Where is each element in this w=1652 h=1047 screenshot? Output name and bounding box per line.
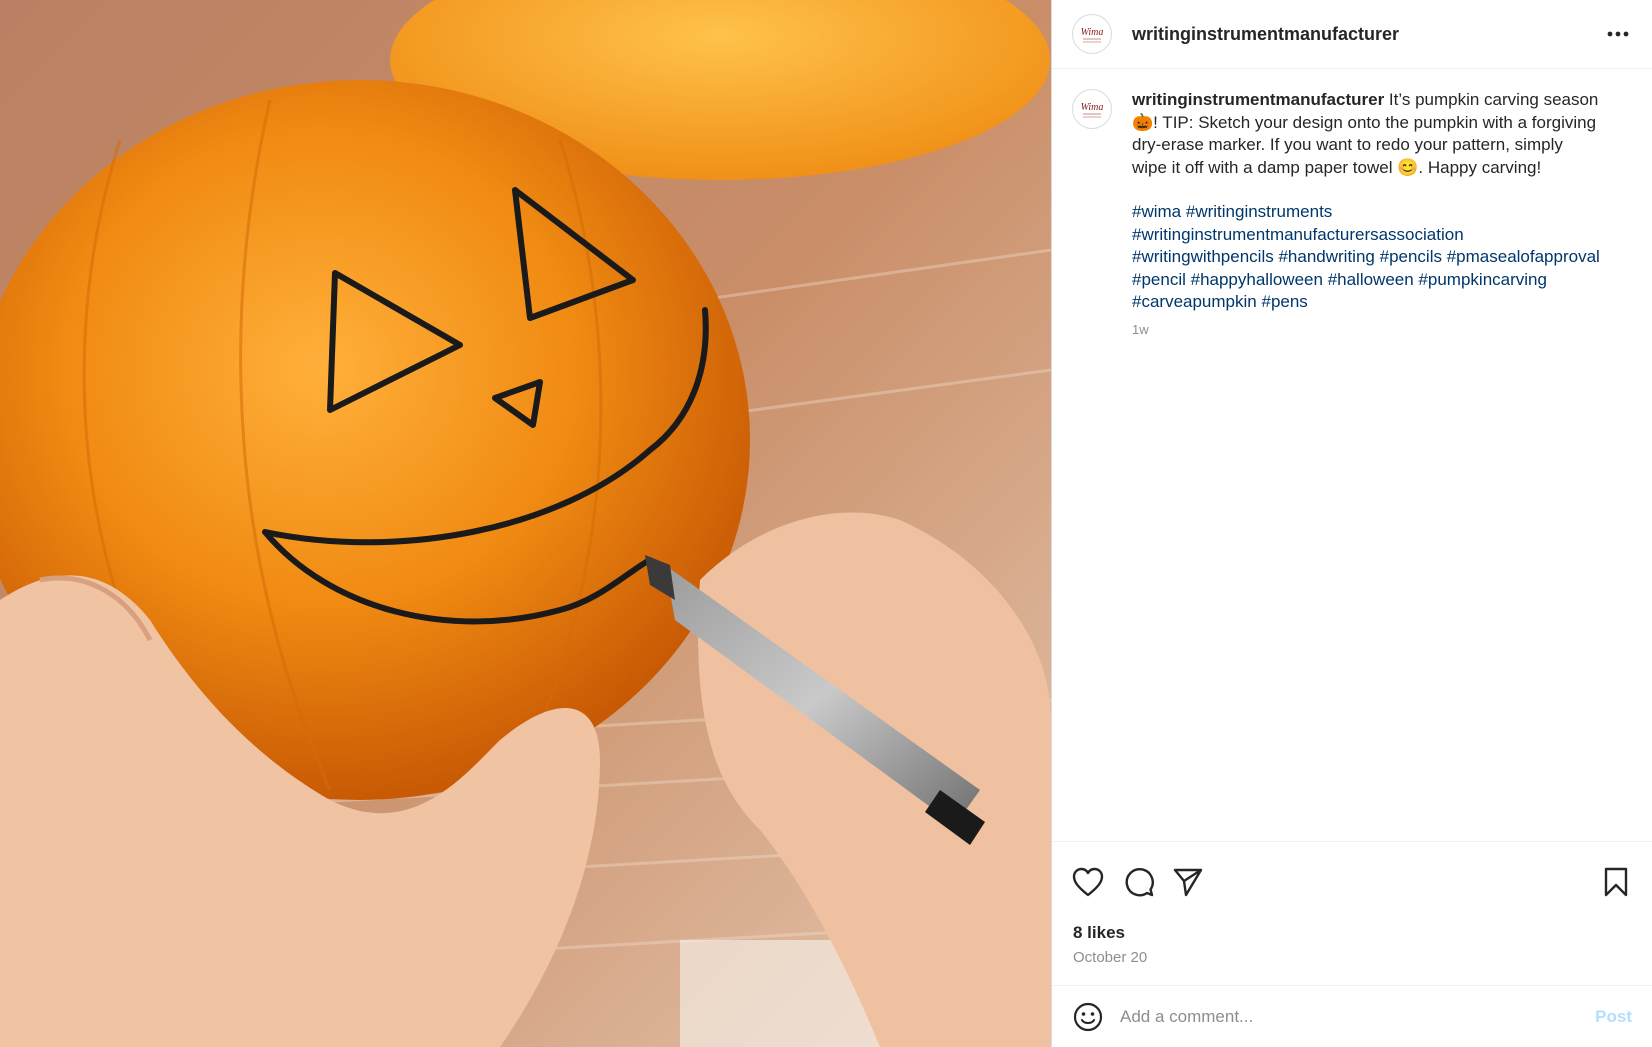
caption-body: writinginstrumentmanufacturer It’s pumpk… — [1132, 89, 1602, 841]
post-age[interactable]: 1w — [1132, 322, 1602, 337]
send-icon[interactable] — [1170, 864, 1206, 900]
post-photo[interactable] — [0, 0, 1051, 1047]
post-side-panel: Wima writinginstrumentmanufacturer Wima — [1051, 0, 1652, 1047]
comment-icon[interactable] — [1120, 864, 1156, 900]
wima-logo-icon: Wima — [1076, 93, 1108, 125]
hashtag[interactable]: #pmasealofapproval — [1447, 247, 1600, 266]
hashtag[interactable]: #pumpkincarving — [1418, 270, 1547, 289]
post-button[interactable]: Post — [1595, 1007, 1632, 1027]
caption-area: Wima writinginstrumentmanufacturer It’s … — [1052, 69, 1652, 841]
emoji-icon[interactable] — [1072, 1001, 1104, 1033]
hashtag[interactable]: #pencils — [1380, 247, 1442, 266]
pumpkin-carving-photo — [0, 0, 1051, 1047]
hashtag[interactable]: #happyhalloween — [1191, 270, 1323, 289]
hashtag[interactable]: #writinginstruments — [1186, 202, 1332, 221]
caption-text: writinginstrumentmanufacturer It’s pumpk… — [1132, 89, 1602, 179]
hashtag[interactable]: #carveapumpkin — [1132, 292, 1257, 311]
likes-count[interactable]: 8 likes — [1052, 923, 1652, 943]
header-username[interactable]: writinginstrumentmanufacturer — [1132, 24, 1399, 45]
hashtag-list: #wima #writinginstruments #writinginstru… — [1132, 201, 1602, 314]
caption-avatar[interactable]: Wima — [1072, 89, 1112, 129]
hashtag[interactable]: #halloween — [1328, 270, 1414, 289]
heart-icon[interactable] — [1070, 864, 1106, 900]
post-date: October 20 — [1073, 949, 1148, 966]
post-header: Wima writinginstrumentmanufacturer — [1052, 0, 1652, 69]
hashtag[interactable]: #writinginstrumentmanufacturersassociati… — [1132, 225, 1464, 244]
bookmark-icon[interactable] — [1598, 864, 1634, 900]
post-dialog: Wima writinginstrumentmanufacturer Wima — [0, 0, 1652, 1047]
hashtag[interactable]: #writingwithpencils — [1132, 247, 1274, 266]
comment-bar: Post — [1052, 985, 1652, 1047]
comment-input[interactable] — [1120, 1006, 1596, 1027]
hashtag[interactable]: #pencil — [1132, 270, 1186, 289]
svg-text:Wima: Wima — [1081, 27, 1104, 38]
hashtag[interactable]: #wima — [1132, 202, 1181, 221]
action-bar — [1052, 841, 1652, 921]
more-horizontal-icon[interactable] — [1604, 20, 1632, 48]
svg-text:Wima: Wima — [1081, 102, 1104, 113]
hashtag[interactable]: #handwriting — [1278, 247, 1374, 266]
caption-username[interactable]: writinginstrumentmanufacturer — [1132, 90, 1384, 109]
wima-logo-icon: Wima — [1076, 18, 1108, 50]
hashtag[interactable]: #pens — [1261, 292, 1307, 311]
avatar[interactable]: Wima — [1072, 14, 1112, 54]
